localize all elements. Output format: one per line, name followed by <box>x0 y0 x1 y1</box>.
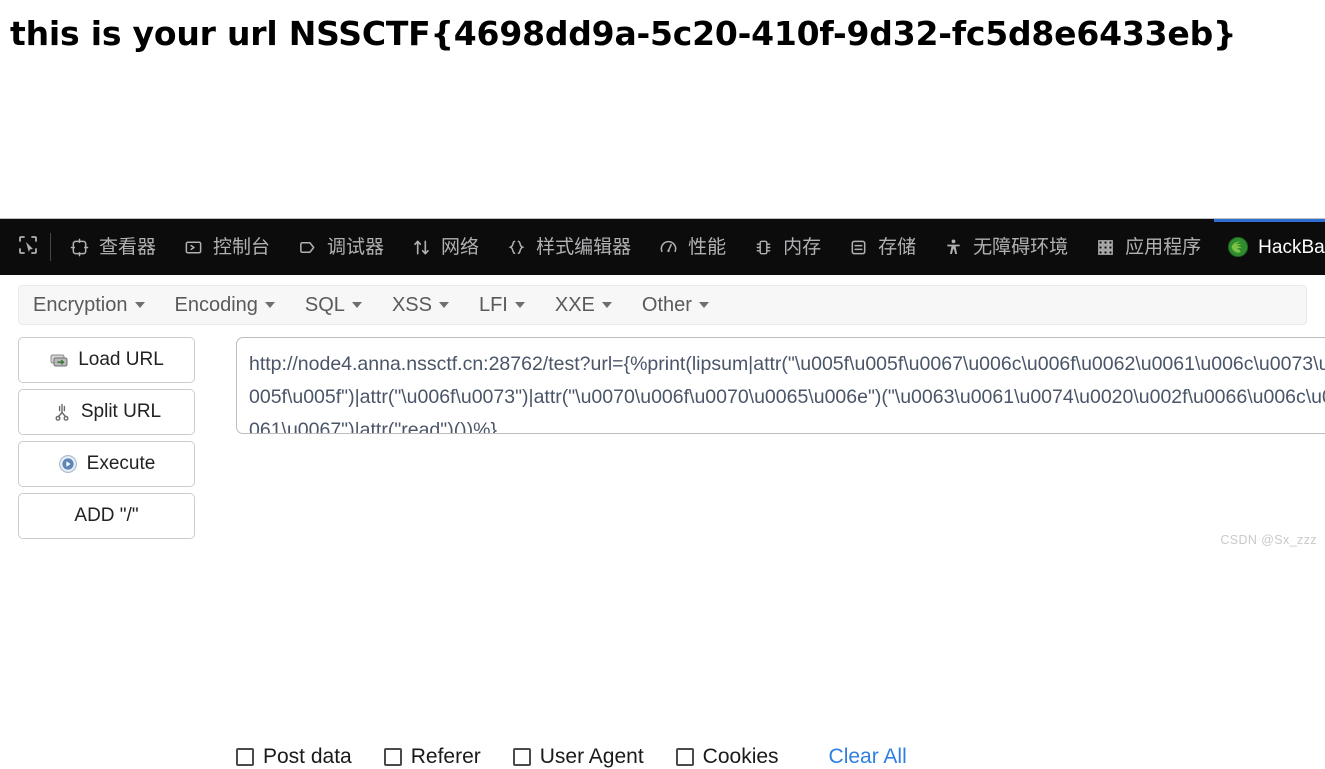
tab-performance-label: 性能 <box>688 236 727 258</box>
menu-other-label: Other <box>641 293 692 316</box>
tab-accessibility-label: 无障碍环境 <box>973 236 1069 258</box>
option-post-data-label: Post data <box>263 745 352 768</box>
chevron-down-icon <box>514 302 525 308</box>
inspector-icon <box>68 236 90 258</box>
page-flag-heading: this is your url NSSCTF{4698dd9a-5c20-41… <box>10 14 1237 53</box>
element-picker-icon <box>16 233 40 262</box>
menu-xxe-label: XXE <box>554 293 595 316</box>
option-referer[interactable]: Referer <box>383 745 481 769</box>
user-agent-checkbox[interactable] <box>512 748 531 766</box>
add-slash-button-label: ADD "/" <box>74 505 139 526</box>
performance-icon <box>657 236 679 258</box>
cookies-checkbox[interactable] <box>675 748 694 766</box>
tab-network[interactable]: 网络 <box>397 219 492 275</box>
chevron-down-icon <box>698 302 709 308</box>
menu-encryption[interactable]: Encryption <box>33 294 161 317</box>
menu-xss[interactable]: XSS <box>392 294 465 317</box>
menu-xxe[interactable]: XXE <box>555 294 628 317</box>
tab-performance[interactable]: 性能 <box>644 219 739 275</box>
devtools-toolbar: 查看器 控制台 调试器 网络 样式编辑器 性能 内存 存储 无障碍环境 应用程序… <box>0 219 1325 275</box>
menu-lfi-label: LFI <box>478 293 508 316</box>
load-url-disk-icon <box>49 350 69 370</box>
hackbar-panel: Encryption Encoding SQL XSS LFI XXE Othe… <box>0 275 1325 768</box>
tab-style-editor-label: 样式编辑器 <box>536 236 632 258</box>
tab-accessibility[interactable]: 无障碍环境 <box>929 219 1081 275</box>
toolbar-divider <box>50 233 51 261</box>
load-url-button[interactable]: Load URL <box>18 337 195 383</box>
post-data-checkbox[interactable] <box>236 748 254 766</box>
url-textarea[interactable]: http://node4.anna.nssctf.cn:28762/test?u… <box>236 337 1325 434</box>
option-post-data[interactable]: Post data <box>236 745 352 769</box>
style-editor-icon <box>505 236 527 258</box>
url-textarea-value: http://node4.anna.nssctf.cn:28762/test?u… <box>249 353 1325 434</box>
chevron-down-icon <box>438 302 449 308</box>
option-cookies[interactable]: Cookies <box>675 745 779 769</box>
tab-inspector-label: 查看器 <box>99 236 157 258</box>
watermark-text: CSDN @Sx_zzz <box>1220 533 1317 547</box>
execute-button[interactable]: Execute <box>18 441 195 487</box>
tab-style-editor[interactable]: 样式编辑器 <box>492 219 644 275</box>
menu-other[interactable]: Other <box>642 294 725 317</box>
option-user-agent[interactable]: User Agent <box>512 745 644 769</box>
element-picker-button[interactable] <box>6 219 50 275</box>
tab-memory[interactable]: 内存 <box>739 219 834 275</box>
accessibility-icon <box>942 236 964 258</box>
console-icon <box>182 236 204 258</box>
tab-inspector[interactable]: 查看器 <box>55 219 169 275</box>
network-icon <box>410 236 432 258</box>
tab-network-label: 网络 <box>441 236 480 258</box>
split-url-scissors-icon <box>52 402 72 422</box>
debugger-icon <box>296 236 318 258</box>
tab-storage-label: 存储 <box>878 236 917 258</box>
chevron-down-icon <box>264 302 275 308</box>
chevron-down-icon <box>601 302 612 308</box>
split-url-button[interactable]: Split URL <box>18 389 195 435</box>
menu-lfi[interactable]: LFI <box>479 294 541 317</box>
tab-hackbar[interactable]: HackBar <box>1214 219 1325 275</box>
hackbar-action-buttons: Load URL Split URL Execute ADD "/" <box>18 337 195 545</box>
memory-icon <box>752 236 774 258</box>
split-url-button-label: Split URL <box>80 401 162 422</box>
devtools-panel: 查看器 控制台 调试器 网络 样式编辑器 性能 内存 存储 无障碍环境 应用程序… <box>0 218 1325 768</box>
menu-encoding[interactable]: Encoding <box>175 294 291 317</box>
tab-debugger[interactable]: 调试器 <box>283 219 397 275</box>
tab-application-label: 应用程序 <box>1125 236 1202 258</box>
browser-page-content: this is your url NSSCTF{4698dd9a-5c20-41… <box>0 0 1325 218</box>
clear-all-link[interactable]: Clear All <box>829 745 907 769</box>
tab-memory-label: 内存 <box>783 236 822 258</box>
tab-storage[interactable]: 存储 <box>834 219 929 275</box>
storage-icon <box>847 236 869 258</box>
load-url-button-label: Load URL <box>78 349 164 370</box>
chevron-down-icon <box>351 302 362 308</box>
execute-button-label: Execute <box>86 453 156 474</box>
hackbar-options-row: Post data Referer User Agent Cookies Cle… <box>236 745 907 769</box>
option-cookies-label: Cookies <box>702 745 779 768</box>
hackbar-menubar: Encryption Encoding SQL XSS LFI XXE Othe… <box>18 285 1307 325</box>
menu-xss-label: XSS <box>391 293 432 316</box>
tab-console[interactable]: 控制台 <box>169 219 283 275</box>
tab-application[interactable]: 应用程序 <box>1081 219 1214 275</box>
hackbar-logo-icon <box>1227 236 1249 258</box>
add-slash-button[interactable]: ADD "/" <box>18 493 195 539</box>
tab-debugger-label: 调试器 <box>327 236 385 258</box>
application-icon <box>1094 236 1116 258</box>
menu-encryption-label: Encryption <box>33 293 128 316</box>
menu-sql-label: SQL <box>304 293 345 316</box>
option-referer-label: Referer <box>410 745 481 768</box>
tab-console-label: 控制台 <box>213 236 271 258</box>
referer-checkbox[interactable] <box>383 748 402 766</box>
option-user-agent-label: User Agent <box>539 745 644 768</box>
menu-sql[interactable]: SQL <box>305 294 378 317</box>
chevron-down-icon <box>134 302 145 308</box>
menu-encoding-label: Encoding <box>174 293 258 316</box>
execute-play-icon <box>58 454 78 474</box>
tab-hackbar-label: HackBar <box>1258 236 1325 258</box>
